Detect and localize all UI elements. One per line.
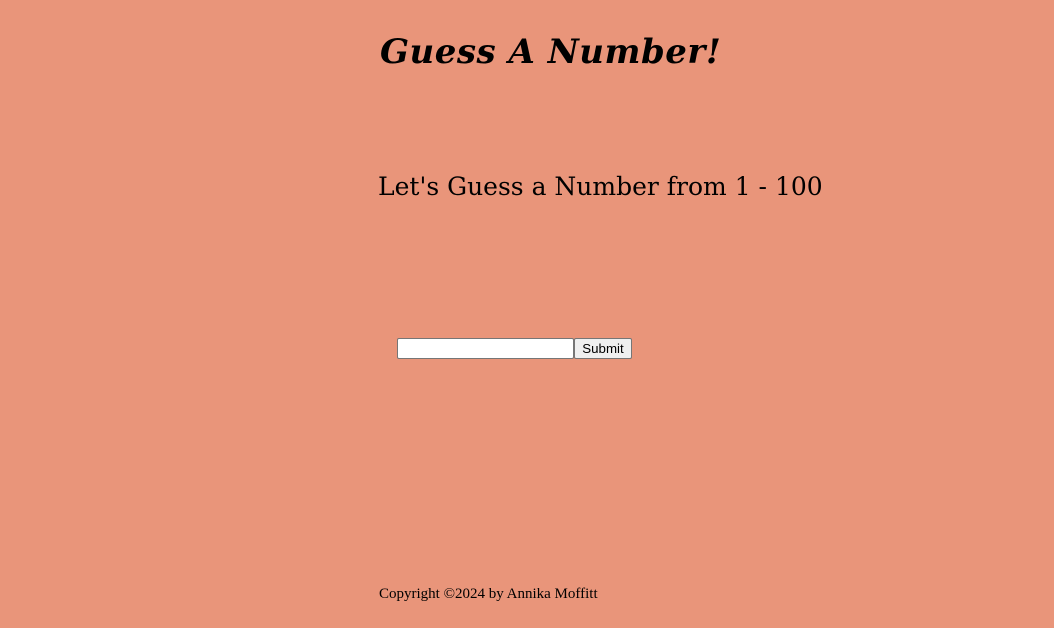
submit-button[interactable]: Submit [574,338,632,359]
copyright-footer: Copyright ©2024 by Annika Moffitt [379,586,598,602]
guess-input[interactable] [397,338,574,359]
page-title: Guess A Number! [380,32,722,72]
page: Guess A Number! Let's Guess a Number fro… [0,0,1054,628]
guess-form: Submit [397,338,632,359]
game-instructions: Let's Guess a Number from 1 - 100 [378,172,823,201]
